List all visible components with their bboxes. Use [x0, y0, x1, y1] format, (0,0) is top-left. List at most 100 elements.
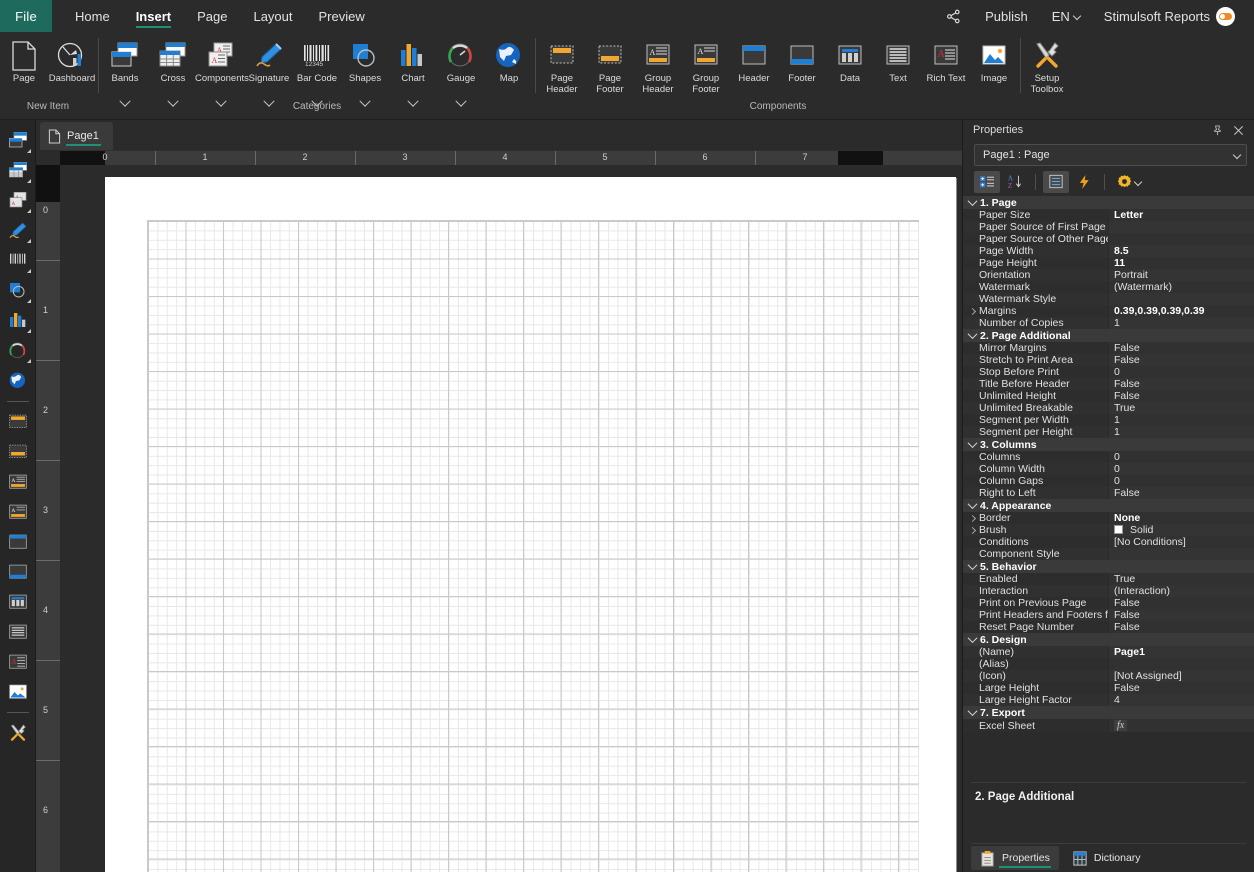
- ribbon-button-rich-text[interactable]: A Rich Text: [922, 34, 970, 85]
- property-row[interactable]: Stretch to Print Area False: [963, 354, 1254, 366]
- ribbon-button-page[interactable]: Page: [0, 34, 48, 85]
- tab-dictionary[interactable]: Dictionary: [1063, 846, 1150, 870]
- property-row[interactable]: Border None: [963, 512, 1254, 524]
- design-canvas[interactable]: [60, 165, 962, 872]
- ribbon-button-gauge[interactable]: Gauge: [437, 34, 485, 85]
- selected-object-dropdown[interactable]: Page1 : Page: [974, 144, 1247, 166]
- property-value[interactable]: [1108, 293, 1254, 305]
- property-value[interactable]: 1: [1108, 426, 1254, 438]
- property-value[interactable]: 0: [1108, 475, 1254, 487]
- property-value[interactable]: Solid: [1108, 524, 1254, 536]
- property-category-row[interactable]: 3. Columns: [963, 438, 1254, 451]
- property-row[interactable]: Title Before Header False: [963, 378, 1254, 390]
- property-value[interactable]: True: [1108, 573, 1254, 585]
- toolbox-item-group-footer[interactable]: A: [0, 497, 36, 527]
- ribbon-button-group-header[interactable]: A Group Header: [634, 34, 682, 95]
- ribbon-button-chart[interactable]: Chart: [389, 34, 437, 85]
- property-value[interactable]: False: [1108, 354, 1254, 366]
- property-category-row[interactable]: 6. Design: [963, 633, 1254, 646]
- property-row[interactable]: (Name) Page1: [963, 646, 1254, 658]
- toolbox-item-rich-text[interactable]: A: [0, 647, 36, 677]
- property-value[interactable]: False: [1108, 378, 1254, 390]
- property-row[interactable]: Column Width 0: [963, 463, 1254, 475]
- toolbox-item-page-footer[interactable]: [0, 437, 36, 467]
- horizontal-ruler[interactable]: 0 1 2 3 4 5 6 7: [60, 150, 962, 165]
- property-row[interactable]: Number of Copies 1: [963, 317, 1254, 329]
- ribbon-button-data[interactable]: Data: [826, 34, 874, 85]
- ribbon-button-dashboard[interactable]: Dashboard: [48, 34, 96, 85]
- property-category-row[interactable]: 4. Appearance: [963, 499, 1254, 512]
- ribbon-button-image[interactable]: Image: [970, 34, 1018, 85]
- property-row[interactable]: Orientation Portrait: [963, 269, 1254, 281]
- property-row[interactable]: Stop Before Print 0: [963, 366, 1254, 378]
- ribbon-button-bands[interactable]: Bands: [101, 34, 149, 85]
- toolbox-item-bands[interactable]: [0, 126, 36, 156]
- property-value[interactable]: False: [1108, 682, 1254, 694]
- expression-icon[interactable]: fx: [1114, 720, 1128, 731]
- property-value[interactable]: Letter: [1108, 209, 1254, 221]
- ribbon-button-cross[interactable]: Cross: [149, 34, 197, 85]
- property-row[interactable]: Right to Left False: [963, 487, 1254, 499]
- property-row[interactable]: Column Gaps 0: [963, 475, 1254, 487]
- property-row[interactable]: Watermark (Watermark): [963, 281, 1254, 293]
- property-value[interactable]: None: [1108, 512, 1254, 524]
- ribbon-button-text[interactable]: Text: [874, 34, 922, 85]
- page-tab-page1[interactable]: Page1: [40, 122, 113, 150]
- property-value[interactable]: True: [1108, 402, 1254, 414]
- toolbox-item-barcode[interactable]: [0, 246, 36, 276]
- property-value[interactable]: 0: [1108, 366, 1254, 378]
- toolbox-item-gauge[interactable]: [0, 336, 36, 366]
- toolbox-item-page-header[interactable]: [0, 407, 36, 437]
- property-row[interactable]: Page Height 11: [963, 257, 1254, 269]
- toolbox-item-footer[interactable]: [0, 557, 36, 587]
- property-row[interactable]: Excel Sheet fx: [963, 719, 1254, 732]
- ribbon-button-shapes[interactable]: Shapes: [341, 34, 389, 85]
- property-value[interactable]: False: [1108, 390, 1254, 402]
- property-value[interactable]: 4: [1108, 694, 1254, 706]
- property-value[interactable]: 0: [1108, 463, 1254, 475]
- categorized-view-button[interactable]: [974, 170, 1000, 193]
- property-category-row[interactable]: 2. Page Additional: [963, 329, 1254, 342]
- pin-icon[interactable]: [1212, 124, 1223, 136]
- ribbon-button-group-footer[interactable]: A Group Footer: [682, 34, 730, 95]
- property-row[interactable]: Unlimited Breakable True: [963, 402, 1254, 414]
- property-value[interactable]: 8.5: [1108, 245, 1254, 257]
- property-row[interactable]: Reset Page Number False: [963, 621, 1254, 633]
- property-category-row[interactable]: 1. Page: [963, 196, 1254, 209]
- property-row[interactable]: Segment per Height 1: [963, 426, 1254, 438]
- menu-tab-home[interactable]: Home: [62, 0, 123, 32]
- toolbox-item-setup-toolbox[interactable]: [0, 718, 36, 748]
- ribbon-button-barcode[interactable]: 12345 Bar Code: [293, 34, 341, 85]
- toolbox-item-text[interactable]: [0, 617, 36, 647]
- toolbox-item-signature[interactable]: [0, 216, 36, 246]
- property-row[interactable]: Mirror Margins False: [963, 342, 1254, 354]
- ribbon-button-page-header[interactable]: Page Header: [538, 34, 586, 95]
- property-row[interactable]: Brush Solid: [963, 524, 1254, 536]
- toolbox-item-data[interactable]: [0, 587, 36, 617]
- property-row[interactable]: Large Height Factor 4: [963, 694, 1254, 706]
- property-value[interactable]: False: [1108, 621, 1254, 633]
- property-value[interactable]: 11: [1108, 257, 1254, 269]
- menu-tab-page[interactable]: Page: [184, 0, 240, 32]
- ribbon-button-setup-toolbox[interactable]: Setup Toolbox: [1023, 34, 1071, 95]
- property-value[interactable]: 1: [1108, 317, 1254, 329]
- toolbox-item-map[interactable]: [0, 366, 36, 396]
- menu-tab-preview[interactable]: Preview: [306, 0, 378, 32]
- close-icon[interactable]: [1233, 125, 1244, 136]
- property-row[interactable]: Paper Source of First Page: [963, 221, 1254, 233]
- publish-button[interactable]: Publish: [974, 0, 1039, 32]
- property-value[interactable]: (Watermark): [1108, 281, 1254, 293]
- tab-properties[interactable]: Properties: [971, 846, 1059, 870]
- settings-button[interactable]: [1112, 171, 1146, 193]
- property-value[interactable]: [No Conditions]: [1108, 536, 1254, 548]
- properties-button[interactable]: [1043, 170, 1069, 193]
- property-row[interactable]: (Alias): [963, 658, 1254, 670]
- property-value[interactable]: 1: [1108, 414, 1254, 426]
- toolbox-item-header[interactable]: [0, 527, 36, 557]
- property-category-row[interactable]: 7. Export: [963, 706, 1254, 719]
- property-value[interactable]: False: [1108, 487, 1254, 499]
- property-value[interactable]: [1108, 548, 1254, 560]
- language-selector[interactable]: EN: [1041, 0, 1091, 32]
- property-value[interactable]: fx: [1108, 719, 1254, 732]
- toolbox-item-image[interactable]: [0, 677, 36, 707]
